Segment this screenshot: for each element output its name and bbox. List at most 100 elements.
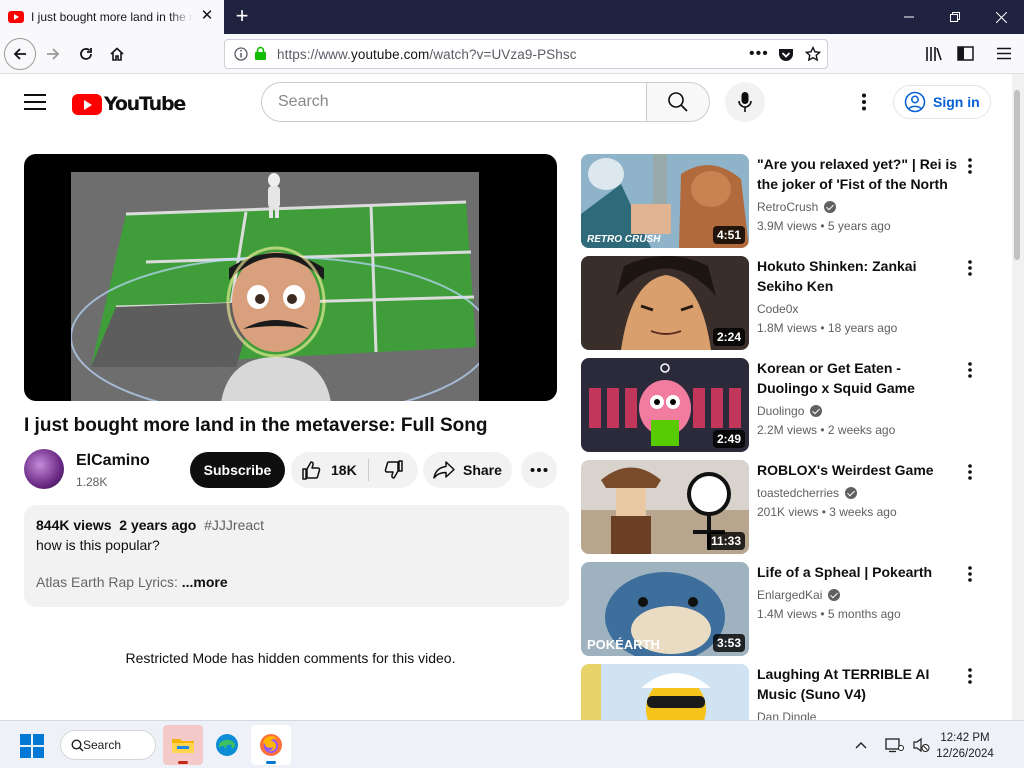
close-tab-icon[interactable]: ✕ (200, 8, 214, 23)
recommendation-channel[interactable]: EnlargedKai (757, 588, 841, 602)
taskbar-search[interactable]: Search (60, 730, 156, 760)
video-thumbnail[interactable]: RETRO CRUSH 4:51 (581, 154, 749, 248)
description-box[interactable]: 844K views 2 years ago #JJJreact how is … (24, 505, 569, 607)
clock-date: 12/26/2024 (936, 748, 994, 760)
arrow-left-icon (13, 48, 26, 60)
show-more-link[interactable]: ...more (182, 574, 228, 590)
reload-button[interactable] (70, 38, 102, 70)
restore-button[interactable] (932, 0, 978, 34)
page-actions-icon[interactable]: ••• (749, 45, 769, 63)
share-button[interactable]: Share (423, 452, 512, 488)
recommendation-title[interactable]: Korean or Get Eaten - Duolingo x Squid G… (757, 358, 962, 398)
recommendation-channel[interactable]: toastedcherries (757, 486, 858, 500)
recommendation-menu-button[interactable] (961, 360, 979, 380)
account-icon (904, 91, 926, 113)
recommendation-channel[interactable]: Code0x (757, 302, 798, 316)
info-icon[interactable] (234, 47, 248, 61)
settings-more-button[interactable] (852, 90, 876, 114)
duration-badge: 2:24 (712, 328, 745, 346)
menu-icon[interactable] (997, 47, 1011, 60)
video-thumbnail[interactable]: 2:49 (581, 358, 749, 452)
recommendation-channel[interactable]: Duolingo (757, 404, 823, 418)
system-clock[interactable]: 12:42 PM 12/26/2024 (930, 730, 1000, 762)
subscriber-count: 1.28K (76, 475, 108, 489)
recommendation-item[interactable]: RETRO CRUSH 4:51 "Are you relaxed yet?" … (581, 154, 981, 250)
recommendation-title[interactable]: Laughing At TERRIBLE AI Music (Suno V4) (757, 664, 962, 704)
pocket-icon[interactable] (778, 47, 794, 62)
search-icon (668, 92, 688, 112)
channel-name[interactable]: ElCamino (76, 452, 150, 470)
video-frame (71, 172, 479, 401)
voice-search-button[interactable] (725, 82, 765, 122)
bookmark-star-icon[interactable] (805, 46, 821, 62)
recommendation-menu-button[interactable] (961, 564, 979, 584)
recommendation-title[interactable]: ROBLOX's Weirdest Game (757, 460, 962, 480)
sidebar-icon[interactable] (957, 46, 974, 61)
network-button[interactable] (882, 733, 906, 757)
home-button[interactable] (101, 38, 133, 70)
recommendation-meta: 201K views • 3 weeks ago (757, 505, 897, 519)
recommendation-channel[interactable]: Dan Dingle (757, 710, 816, 720)
minimize-button[interactable] (886, 0, 932, 34)
new-tab-button[interactable]: + (230, 5, 254, 29)
more-vertical-icon (968, 464, 972, 480)
recommendation-item[interactable]: Laughing At TERRIBLE AI Music (Suno V4) … (581, 664, 981, 720)
youtube-favicon-icon (8, 11, 24, 23)
recommendation-item[interactable]: POKÉARTH 3:53 Life of a Spheal | Pokeart… (581, 562, 981, 658)
recommendation-title[interactable]: "Are you relaxed yet?" | Rei is the joke… (757, 154, 962, 194)
video-thumbnail[interactable]: POKÉARTH 3:53 (581, 562, 749, 656)
youtube-logo[interactable]: YouTube (72, 93, 186, 115)
video-thumbnail[interactable]: 2:24 (581, 256, 749, 350)
recommendation-menu-button[interactable] (961, 462, 979, 482)
more-actions-button[interactable] (521, 452, 557, 488)
video-player[interactable] (24, 154, 557, 401)
share-icon (433, 461, 455, 479)
like-button[interactable]: 18K (291, 452, 368, 488)
file-explorer-button[interactable] (163, 725, 203, 765)
video-title: I just bought more land in the metaverse… (24, 415, 488, 436)
recommendation-meta: 1.4M views • 5 months ago (757, 607, 901, 621)
address-bar[interactable]: https://www.youtube.com/watch?v=UVza9-PS… (224, 39, 828, 69)
more-vertical-icon (968, 158, 972, 174)
dislike-button[interactable] (369, 452, 418, 488)
lock-icon[interactable] (254, 46, 267, 61)
recommendation-channel[interactable]: RetroCrush (757, 200, 837, 214)
subscribe-button[interactable]: Subscribe (190, 452, 285, 488)
channel-avatar[interactable] (24, 449, 64, 489)
recommendation-item[interactable]: 11:33 ROBLOX's Weirdest Game toastedcher… (581, 460, 981, 556)
volume-muted-icon (913, 737, 930, 753)
search-input[interactable] (278, 93, 618, 111)
recommendation-item[interactable]: 2:49 Korean or Get Eaten - Duolingo x Sq… (581, 358, 981, 454)
recommendation-title[interactable]: Life of a Spheal | Pokearth (757, 562, 962, 582)
recommendation-menu-button[interactable] (961, 666, 979, 686)
sign-in-button[interactable]: Sign in (893, 85, 991, 119)
start-button[interactable] (20, 734, 44, 758)
recommendation-menu-button[interactable] (961, 258, 979, 278)
browser-tab[interactable]: I just bought more land in the metaverse… (0, 0, 224, 34)
youtube-play-icon (72, 93, 102, 115)
hashtag-link[interactable]: #JJJreact (204, 517, 264, 533)
sign-in-label: Sign in (933, 94, 980, 110)
forward-button[interactable] (37, 38, 69, 70)
search-button[interactable] (646, 82, 710, 122)
video-thumbnail[interactable] (581, 664, 749, 720)
more-vertical-icon (968, 260, 972, 276)
guide-menu-icon[interactable] (24, 94, 46, 110)
recommendation-menu-button[interactable] (961, 156, 979, 176)
volume-button[interactable] (910, 733, 932, 757)
video-thumbnail[interactable]: 11:33 (581, 460, 749, 554)
show-hidden-icons-button[interactable] (852, 733, 870, 757)
recommendation-title[interactable]: Hokuto Shinken: Zankai Sekiho Ken (757, 256, 962, 296)
close-window-button[interactable] (978, 0, 1024, 34)
chevron-up-icon (855, 742, 867, 749)
close-icon (995, 11, 1007, 23)
browser-toolbar: https://www.youtube.com/watch?v=UVza9-PS… (0, 34, 1024, 74)
firefox-button[interactable] (251, 725, 291, 765)
svg-text:POKÉARTH: POKÉARTH (587, 637, 660, 652)
back-button[interactable] (4, 38, 36, 70)
edge-button[interactable] (207, 725, 247, 765)
recommendation-item[interactable]: 2:24 Hokuto Shinken: Zankai Sekiho Ken C… (581, 256, 981, 352)
library-icon[interactable] (925, 46, 943, 62)
scrollbar-thumb[interactable] (1014, 90, 1020, 260)
app-indicator (266, 761, 276, 764)
